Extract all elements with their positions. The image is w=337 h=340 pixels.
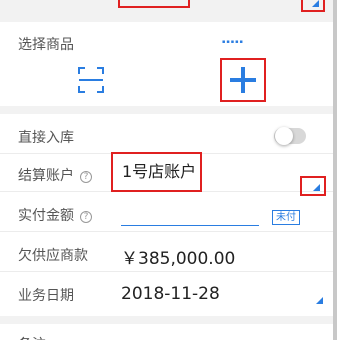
dropdown-corner-icon [313, 184, 320, 191]
plus-icon [230, 67, 256, 93]
toggle-knob [275, 127, 293, 145]
tiny-text: ▪▪▪▪▪ [222, 39, 244, 45]
payable-value: ￥385,000.00 [121, 249, 236, 269]
add-product-button[interactable] [220, 58, 266, 102]
direct-stock-label: 直接入库 [18, 130, 74, 146]
date-label: 业务日期 [18, 288, 74, 304]
remark-label: 备注 [18, 334, 46, 340]
highlight-box-top [118, 0, 190, 8]
dropdown-corner-icon [312, 0, 319, 7]
order-form: 直接入库 结算账户? 1号店账户 实付金额? 未付 欠供应商款 ￥385,000… [0, 114, 333, 324]
paid-amount-input[interactable] [121, 225, 259, 226]
help-icon[interactable]: ? [80, 171, 92, 183]
direct-stock-row: 直接入库 [0, 118, 333, 154]
highlight-box-top-corner[interactable] [301, 0, 325, 12]
select-product-label: 选择商品 [18, 37, 74, 53]
product-section: 选择商品 ▪▪▪▪▪ [0, 22, 333, 106]
settle-account-select[interactable]: 1号店账户 [111, 152, 202, 192]
date-value[interactable]: 2018-11-28 [121, 284, 220, 304]
paid-amount-label: 实付金额? [18, 205, 92, 225]
settle-account-dropdown[interactable] [300, 176, 326, 196]
remark-section: 备注 [0, 316, 333, 340]
settle-account-label: 结算账户? [18, 165, 92, 185]
dropdown-corner-icon [316, 297, 323, 304]
unpaid-tag: 未付 [272, 210, 300, 225]
help-icon[interactable]: ? [80, 211, 92, 223]
top-strip [0, 0, 337, 22]
direct-stock-toggle[interactable] [274, 127, 306, 145]
payable-label: 欠供应商款 [18, 248, 88, 264]
scrollbar[interactable] [333, 0, 337, 340]
scan-icon[interactable] [78, 67, 104, 93]
